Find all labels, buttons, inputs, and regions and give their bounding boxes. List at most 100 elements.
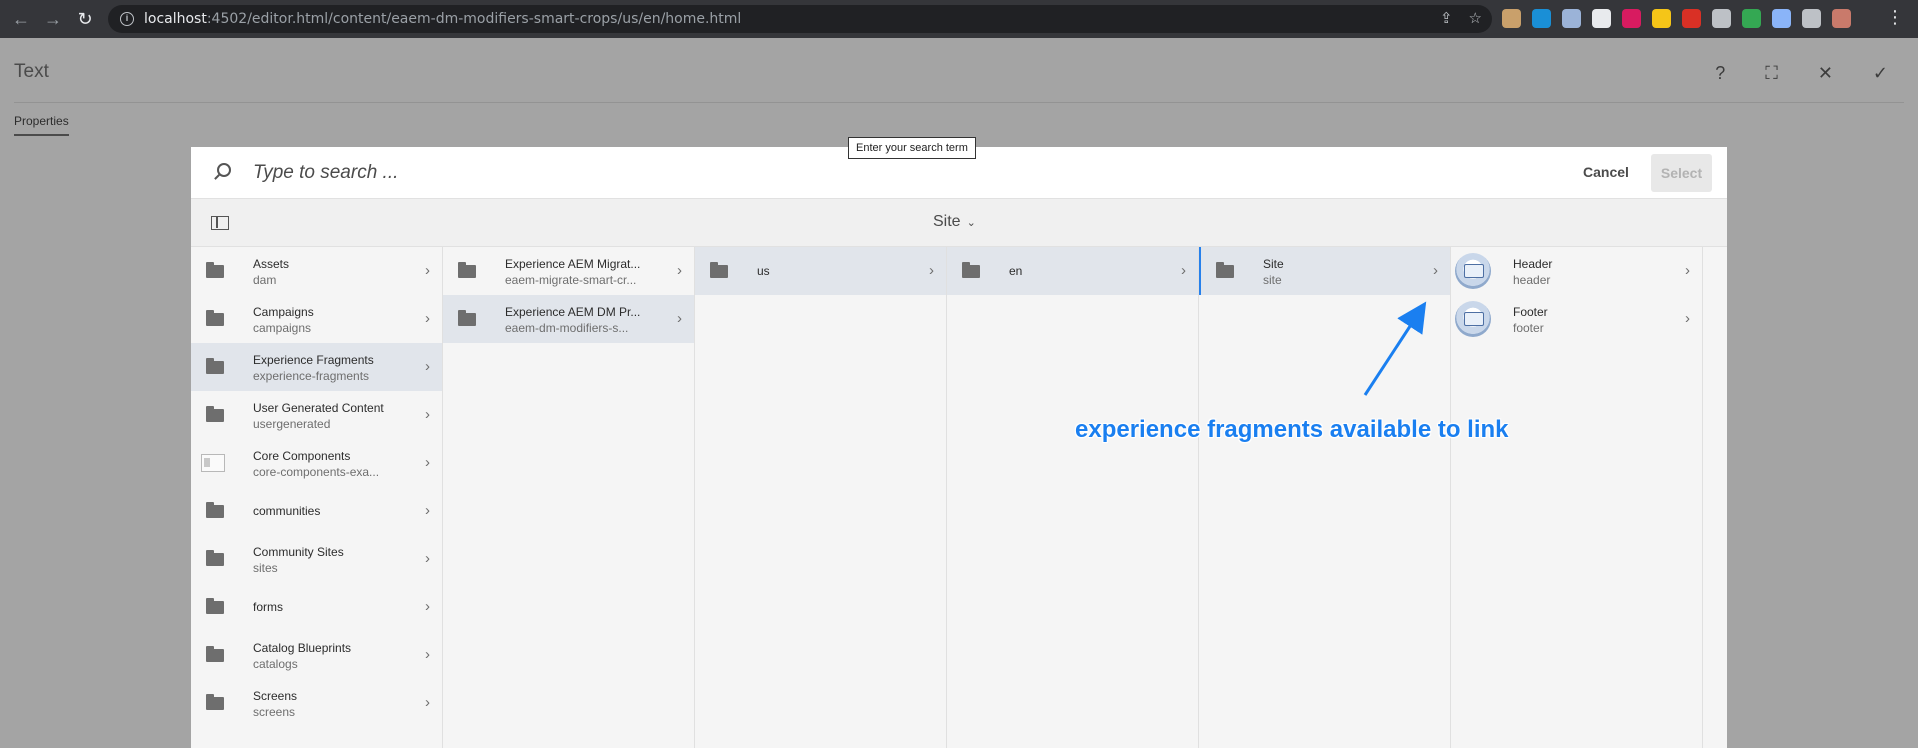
folder-icon bbox=[710, 262, 728, 278]
browser-nav: ← → ↻ bbox=[0, 9, 94, 30]
extension-icon[interactable] bbox=[1592, 9, 1611, 28]
help-icon[interactable]: ? bbox=[1715, 63, 1725, 84]
item-subtitle: screens bbox=[253, 705, 296, 719]
chevron-right-icon[interactable]: › bbox=[677, 262, 682, 279]
extension-icon[interactable] bbox=[1652, 9, 1671, 28]
fragment-thumbnail-icon bbox=[1455, 301, 1491, 337]
extension-icon[interactable] bbox=[1832, 9, 1851, 28]
browser-menu-icon[interactable]: ⋮ bbox=[1886, 7, 1904, 28]
chevron-right-icon[interactable]: › bbox=[929, 262, 934, 279]
chevron-right-icon[interactable]: › bbox=[425, 454, 430, 471]
chevron-right-icon[interactable]: › bbox=[425, 358, 430, 375]
chevron-right-icon[interactable]: › bbox=[425, 550, 430, 567]
list-item[interactable]: forms › bbox=[191, 583, 442, 631]
item-title: Experience Fragments bbox=[253, 353, 374, 367]
list-item[interactable]: Header header › bbox=[1451, 247, 1702, 295]
address-bar[interactable]: i localhost:4502/editor.html/content/eae… bbox=[108, 5, 1492, 33]
chevron-right-icon[interactable]: › bbox=[425, 694, 430, 711]
chevron-right-icon[interactable]: › bbox=[1181, 262, 1186, 279]
cancel-button[interactable]: Cancel bbox=[1583, 164, 1629, 180]
item-title: Catalog Blueprints bbox=[253, 641, 352, 655]
list-item[interactable]: communities › bbox=[191, 487, 442, 535]
dialog-actions: ? ⛶ ✕ ✓ bbox=[1715, 63, 1888, 84]
item-title: Experience AEM Migrat... bbox=[505, 257, 641, 271]
item-subtitle: usergenerated bbox=[253, 417, 331, 431]
chevron-right-icon[interactable]: › bbox=[425, 262, 430, 279]
item-text: communities bbox=[253, 503, 320, 519]
extension-icon[interactable] bbox=[1742, 9, 1761, 28]
chevron-right-icon[interactable]: › bbox=[425, 406, 430, 423]
divider bbox=[14, 102, 1904, 103]
fullscreen-icon[interactable]: ⛶ bbox=[1765, 63, 1778, 84]
select-button[interactable]: Select bbox=[1651, 154, 1712, 192]
list-item[interactable]: Core Components core-components-exa... › bbox=[191, 439, 442, 487]
item-subtitle: footer bbox=[1513, 321, 1544, 335]
list-item[interactable]: Experience Fragments experience-fragments… bbox=[191, 343, 442, 391]
share-icon[interactable]: ⇪ bbox=[1440, 9, 1453, 27]
extension-icon[interactable] bbox=[1532, 9, 1551, 28]
chevron-right-icon[interactable]: › bbox=[425, 646, 430, 663]
item-title: User Generated Content bbox=[253, 401, 384, 415]
column-1: Experience AEM Migrat... eaem-migrate-sma… bbox=[443, 247, 695, 748]
item-text: forms bbox=[253, 599, 283, 615]
done-check-icon[interactable]: ✓ bbox=[1873, 63, 1888, 84]
folder-icon bbox=[206, 262, 224, 278]
list-item[interactable]: Footer footer › bbox=[1451, 295, 1702, 343]
extension-icon[interactable] bbox=[1802, 9, 1821, 28]
tab-properties[interactable]: Properties bbox=[14, 114, 69, 136]
close-icon[interactable]: ✕ bbox=[1818, 63, 1833, 84]
item-text: Catalog Blueprints catalogs bbox=[253, 640, 351, 672]
extension-icon[interactable] bbox=[1502, 9, 1521, 28]
list-item[interactable]: Experience AEM DM Pr... eaem-dm-modifiers… bbox=[443, 295, 694, 343]
site-dropdown[interactable]: Site ⌄ bbox=[933, 213, 976, 231]
chevron-right-icon[interactable]: › bbox=[425, 310, 430, 327]
extension-icon[interactable] bbox=[1682, 9, 1701, 28]
item-text: Site site bbox=[1263, 256, 1284, 288]
folder-icon bbox=[206, 358, 224, 374]
list-item[interactable]: Catalog Blueprints catalogs › bbox=[191, 631, 442, 679]
chevron-right-icon[interactable]: › bbox=[1433, 262, 1438, 279]
search-input[interactable] bbox=[253, 159, 953, 187]
extension-icon[interactable] bbox=[1622, 9, 1641, 28]
item-text: en bbox=[1009, 263, 1022, 279]
extension-icon[interactable] bbox=[1712, 9, 1731, 28]
chevron-right-icon[interactable]: › bbox=[677, 310, 682, 327]
item-text: Header header bbox=[1513, 256, 1552, 288]
chevron-right-icon[interactable]: › bbox=[1685, 262, 1690, 279]
item-text: Assets dam bbox=[253, 256, 289, 288]
url-text[interactable]: localhost:4502/editor.html/content/eaem-… bbox=[144, 11, 741, 27]
list-item[interactable]: Community Sites sites › bbox=[191, 535, 442, 583]
list-item[interactable]: Assets dam › bbox=[191, 247, 442, 295]
list-item[interactable]: Campaigns campaigns › bbox=[191, 295, 442, 343]
item-subtitle: header bbox=[1513, 273, 1551, 287]
annotation-text: experience fragments available to link bbox=[1075, 416, 1509, 443]
browser-toolbar: ← → ↻ i localhost:4502/editor.html/conte… bbox=[0, 0, 1918, 38]
chevron-right-icon[interactable]: › bbox=[1685, 310, 1690, 327]
list-item[interactable]: Screens screens › bbox=[191, 679, 442, 727]
item-subtitle: experience-fragments bbox=[253, 369, 370, 383]
item-text: Screens screens bbox=[253, 688, 297, 720]
chevron-right-icon[interactable]: › bbox=[425, 598, 430, 615]
fragment-thumbnail-icon bbox=[1455, 253, 1491, 289]
extension-icon[interactable] bbox=[1562, 9, 1581, 28]
bookmark-star-icon[interactable]: ☆ bbox=[1469, 9, 1482, 27]
list-item[interactable]: Experience AEM Migrat... eaem-migrate-sma… bbox=[443, 247, 694, 295]
reload-icon[interactable]: ↻ bbox=[76, 9, 94, 30]
list-item[interactable]: Site site › bbox=[1199, 247, 1450, 295]
component-icon bbox=[201, 454, 225, 472]
list-item[interactable]: User Generated Content usergenerated › bbox=[191, 391, 442, 439]
list-item[interactable]: us › bbox=[695, 247, 946, 295]
extension-icon[interactable] bbox=[1772, 9, 1791, 28]
list-item[interactable]: en › bbox=[947, 247, 1198, 295]
site-info-icon[interactable]: i bbox=[120, 12, 134, 26]
toggle-rail-icon[interactable] bbox=[211, 216, 229, 230]
item-title: Site bbox=[1263, 257, 1284, 271]
column-3: en › bbox=[947, 247, 1199, 748]
chevron-right-icon[interactable]: › bbox=[425, 502, 430, 519]
item-title: Screens bbox=[253, 689, 298, 703]
forward-icon[interactable]: → bbox=[44, 9, 62, 30]
folder-icon bbox=[458, 310, 476, 326]
back-icon[interactable]: ← bbox=[12, 9, 30, 30]
item-title: us bbox=[757, 264, 770, 278]
item-text: Community Sites sites bbox=[253, 544, 344, 576]
